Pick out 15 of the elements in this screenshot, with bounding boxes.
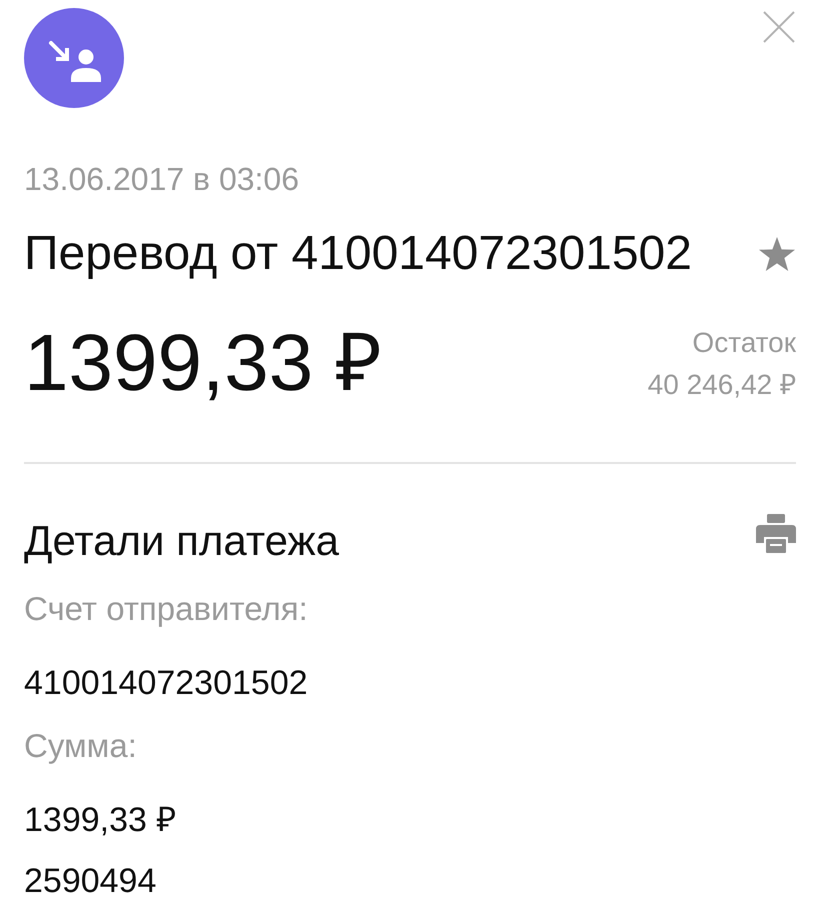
field-value: 410014072301502 [24, 666, 308, 700]
field-label: Счет отправителя: [24, 592, 308, 625]
transaction-date: 13.06.2017 в 03:06 [24, 163, 300, 195]
field-value: 1399,33 ₽ [24, 803, 176, 837]
arrow-person-icon [24, 8, 124, 108]
print-icon[interactable] [756, 514, 796, 554]
details-heading: Детали платежа [24, 520, 339, 562]
transaction-amount: 1399,33 ₽ [24, 323, 382, 403]
star-icon[interactable] [758, 236, 796, 272]
balance-label: Остаток [692, 329, 796, 357]
close-icon[interactable] [762, 10, 796, 44]
field-label: Сумма: [24, 729, 137, 762]
field-value: 2590494 [24, 864, 156, 898]
balance-value: 40 246,42 ₽ [648, 371, 796, 399]
transaction-title: Перевод от 410014072301502 [24, 230, 692, 278]
